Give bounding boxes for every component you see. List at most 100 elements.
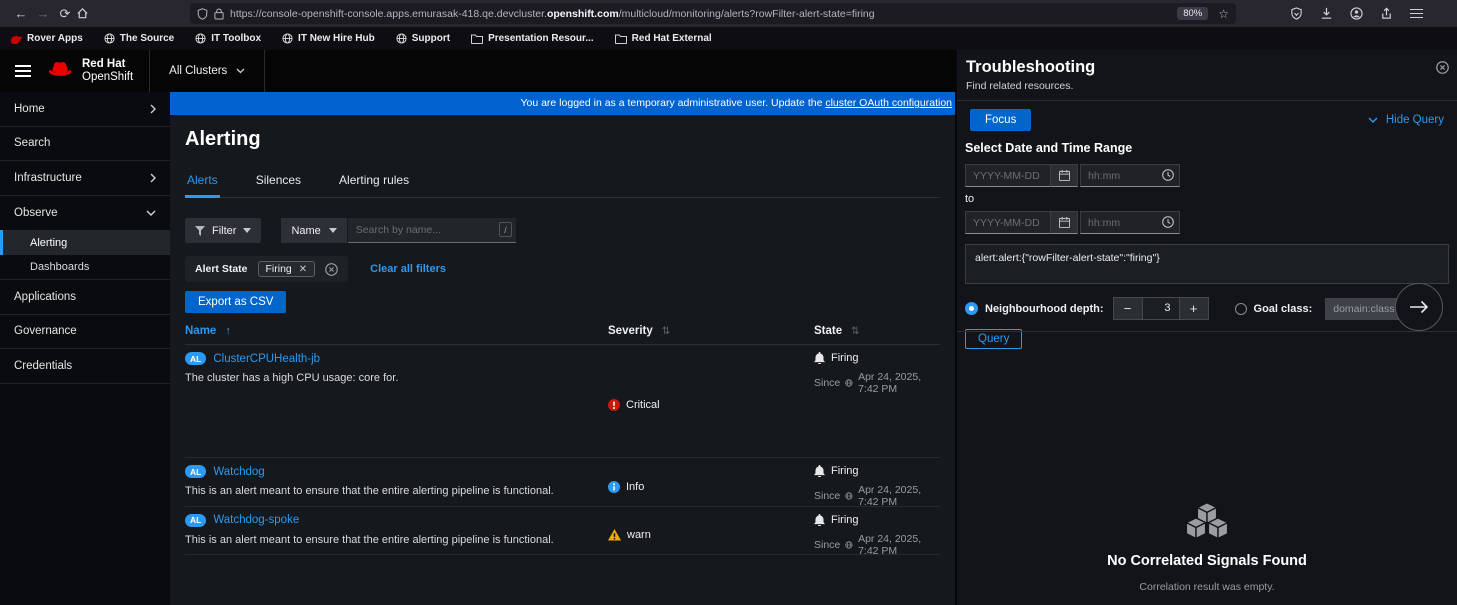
- bookmark-the-source[interactable]: The Source: [104, 33, 174, 44]
- table-row: AL Watchdog This is an alert meant to en…: [185, 458, 940, 507]
- caret-down-icon: [329, 228, 337, 233]
- cluster-selector[interactable]: All Clusters: [149, 50, 265, 92]
- bookmark-presentation-resources[interactable]: Presentation Resour...: [471, 33, 594, 44]
- export-csv-button[interactable]: Export as CSV: [185, 291, 286, 313]
- goal-class-radio[interactable]: [1235, 303, 1247, 315]
- lock-warning-icon: [214, 8, 224, 20]
- brand-redhat: Red Hat: [82, 58, 133, 71]
- depth-stepper: − 3 +: [1113, 297, 1209, 320]
- redhat-openshift-logo[interactable]: Red Hat OpenShift: [46, 58, 133, 83]
- sidebar-item-search[interactable]: Search: [0, 127, 170, 162]
- reload-icon[interactable]: ⟳: [54, 6, 76, 22]
- hide-query-toggle[interactable]: Hide Query: [1368, 114, 1444, 126]
- from-date-input[interactable]: [965, 164, 1051, 187]
- neighbourhood-depth-radio[interactable]: [965, 302, 978, 315]
- sidebar-item-dashboards[interactable]: Dashboards: [0, 255, 170, 280]
- focus-button[interactable]: Focus: [970, 109, 1031, 131]
- alert-description: This is an alert meant to ensure that th…: [185, 485, 608, 497]
- chevron-down-icon: [146, 210, 156, 216]
- browser-zoom-badge[interactable]: 80%: [1177, 7, 1208, 20]
- account-icon[interactable]: [1350, 7, 1363, 20]
- forward-icon[interactable]: →: [32, 6, 54, 21]
- warning-icon: [608, 529, 621, 541]
- home-icon[interactable]: [76, 7, 98, 20]
- to-date-input[interactable]: [965, 211, 1051, 234]
- bell-icon: [814, 465, 825, 477]
- sidebar-item-applications[interactable]: Applications: [0, 280, 170, 315]
- depth-minus-button[interactable]: −: [1113, 297, 1143, 320]
- sort-ascending-icon: ↑: [225, 325, 231, 337]
- page-title: Alerting: [185, 128, 940, 151]
- url-bar[interactable]: https://console-openshift-console.apps.e…: [190, 3, 1236, 24]
- chip-group-close-icon[interactable]: [325, 263, 338, 276]
- calendar-button[interactable]: [1051, 164, 1078, 187]
- bookmarks-bar: Rover Apps The Source IT Toolbox IT New …: [0, 27, 1457, 50]
- calendar-button[interactable]: [1051, 211, 1078, 234]
- sidebar-item-credentials[interactable]: Credentials: [0, 349, 170, 384]
- globe-icon: [396, 33, 407, 44]
- severity-cell: Info: [608, 465, 814, 508]
- query-expression-box[interactable]: alert:alert:{"rowFilter-alert-state":"fi…: [965, 244, 1449, 284]
- filter-dropdown[interactable]: Filter: [185, 218, 261, 243]
- depth-plus-button[interactable]: +: [1179, 297, 1209, 320]
- panel-subtitle: Find related resources.: [966, 80, 1445, 92]
- alert-link[interactable]: Watchdog-spoke: [213, 514, 299, 526]
- column-header-name[interactable]: Name ↑: [185, 325, 608, 337]
- table-row: AL Watchdog-spoke This is an alert meant…: [185, 507, 940, 556]
- panel-title: Troubleshooting: [966, 58, 1445, 77]
- tab-alerting-rules[interactable]: Alerting rules: [337, 167, 411, 198]
- sidebar-item-alerting[interactable]: Alerting: [0, 230, 170, 255]
- globe-icon: [845, 540, 853, 550]
- back-icon[interactable]: ←: [10, 6, 32, 21]
- empty-state: No Correlated Signals Found Correlation …: [957, 500, 1457, 593]
- rover-apps-icon: [10, 34, 22, 44]
- browser-toolbar: ← → ⟳ https://console-openshift-console.…: [0, 0, 1457, 27]
- bookmark-red-hat-external[interactable]: Red Hat External: [615, 33, 712, 44]
- clear-all-filters-link[interactable]: Clear all filters: [370, 263, 446, 275]
- clock-icon[interactable]: [1162, 216, 1174, 228]
- bookmark-support[interactable]: Support: [396, 33, 450, 44]
- tab-silences[interactable]: Silences: [254, 167, 303, 198]
- bell-icon: [814, 514, 825, 526]
- tab-alerts[interactable]: Alerts: [185, 167, 220, 198]
- bookmark-it-new-hire-hub[interactable]: IT New Hire Hub: [282, 33, 375, 44]
- expand-arrow-button[interactable]: [1395, 283, 1443, 331]
- state-cell: Firing Since Apr 24, 2025, 7:42 PM: [814, 514, 940, 557]
- bookmark-it-toolbox[interactable]: IT Toolbox: [195, 33, 261, 44]
- browser-menu-icon[interactable]: [1410, 6, 1423, 21]
- alert-description: This is an alert meant to ensure that th…: [185, 534, 608, 546]
- panel-close-icon[interactable]: [1436, 61, 1449, 74]
- clock-icon[interactable]: [1162, 169, 1174, 181]
- tracking-shield-icon[interactable]: [1290, 7, 1303, 20]
- share-icon[interactable]: [1380, 7, 1393, 20]
- sidebar-item-observe[interactable]: Observe: [0, 196, 170, 231]
- cluster-oauth-link[interactable]: cluster OAuth configuration: [825, 97, 952, 109]
- cubes-icon: [957, 500, 1457, 544]
- depth-value[interactable]: 3: [1143, 297, 1179, 320]
- sidebar-item-home[interactable]: Home: [0, 92, 170, 127]
- chevron-right-icon: [150, 173, 156, 183]
- bookmark-rover-apps[interactable]: Rover Apps: [10, 33, 83, 44]
- globe-icon: [845, 378, 853, 388]
- troubleshooting-panel: Troubleshooting Find related resources. …: [955, 50, 1457, 605]
- query-button[interactable]: Query: [965, 329, 1022, 349]
- alert-link[interactable]: Watchdog: [213, 466, 264, 478]
- firing-chip[interactable]: Firing ✕: [258, 261, 316, 277]
- sidebar-item-infrastructure[interactable]: Infrastructure: [0, 161, 170, 196]
- sidebar-item-governance[interactable]: Governance: [0, 315, 170, 350]
- column-header-severity[interactable]: Severity ⇅: [608, 325, 814, 337]
- alert-link[interactable]: ClusterCPUHealth-jb: [213, 353, 320, 365]
- bookmark-star-icon[interactable]: ☆: [1218, 7, 1229, 21]
- empty-state-title: No Correlated Signals Found: [957, 553, 1457, 569]
- globe-icon: [195, 33, 206, 44]
- date-time-from: [965, 164, 1449, 187]
- chip-close-icon[interactable]: ✕: [299, 264, 307, 275]
- sidebar-nav: Home Search Infrastructure Observe Alert…: [0, 92, 170, 605]
- filter-funnel-icon: [195, 226, 205, 236]
- search-input[interactable]: [348, 218, 516, 242]
- downloads-icon[interactable]: [1320, 7, 1333, 20]
- alert-badge: AL: [185, 465, 206, 478]
- column-header-state[interactable]: State ⇅: [814, 325, 940, 337]
- search-attribute-dropdown[interactable]: Name: [281, 218, 347, 243]
- nav-toggle-icon[interactable]: [15, 62, 31, 80]
